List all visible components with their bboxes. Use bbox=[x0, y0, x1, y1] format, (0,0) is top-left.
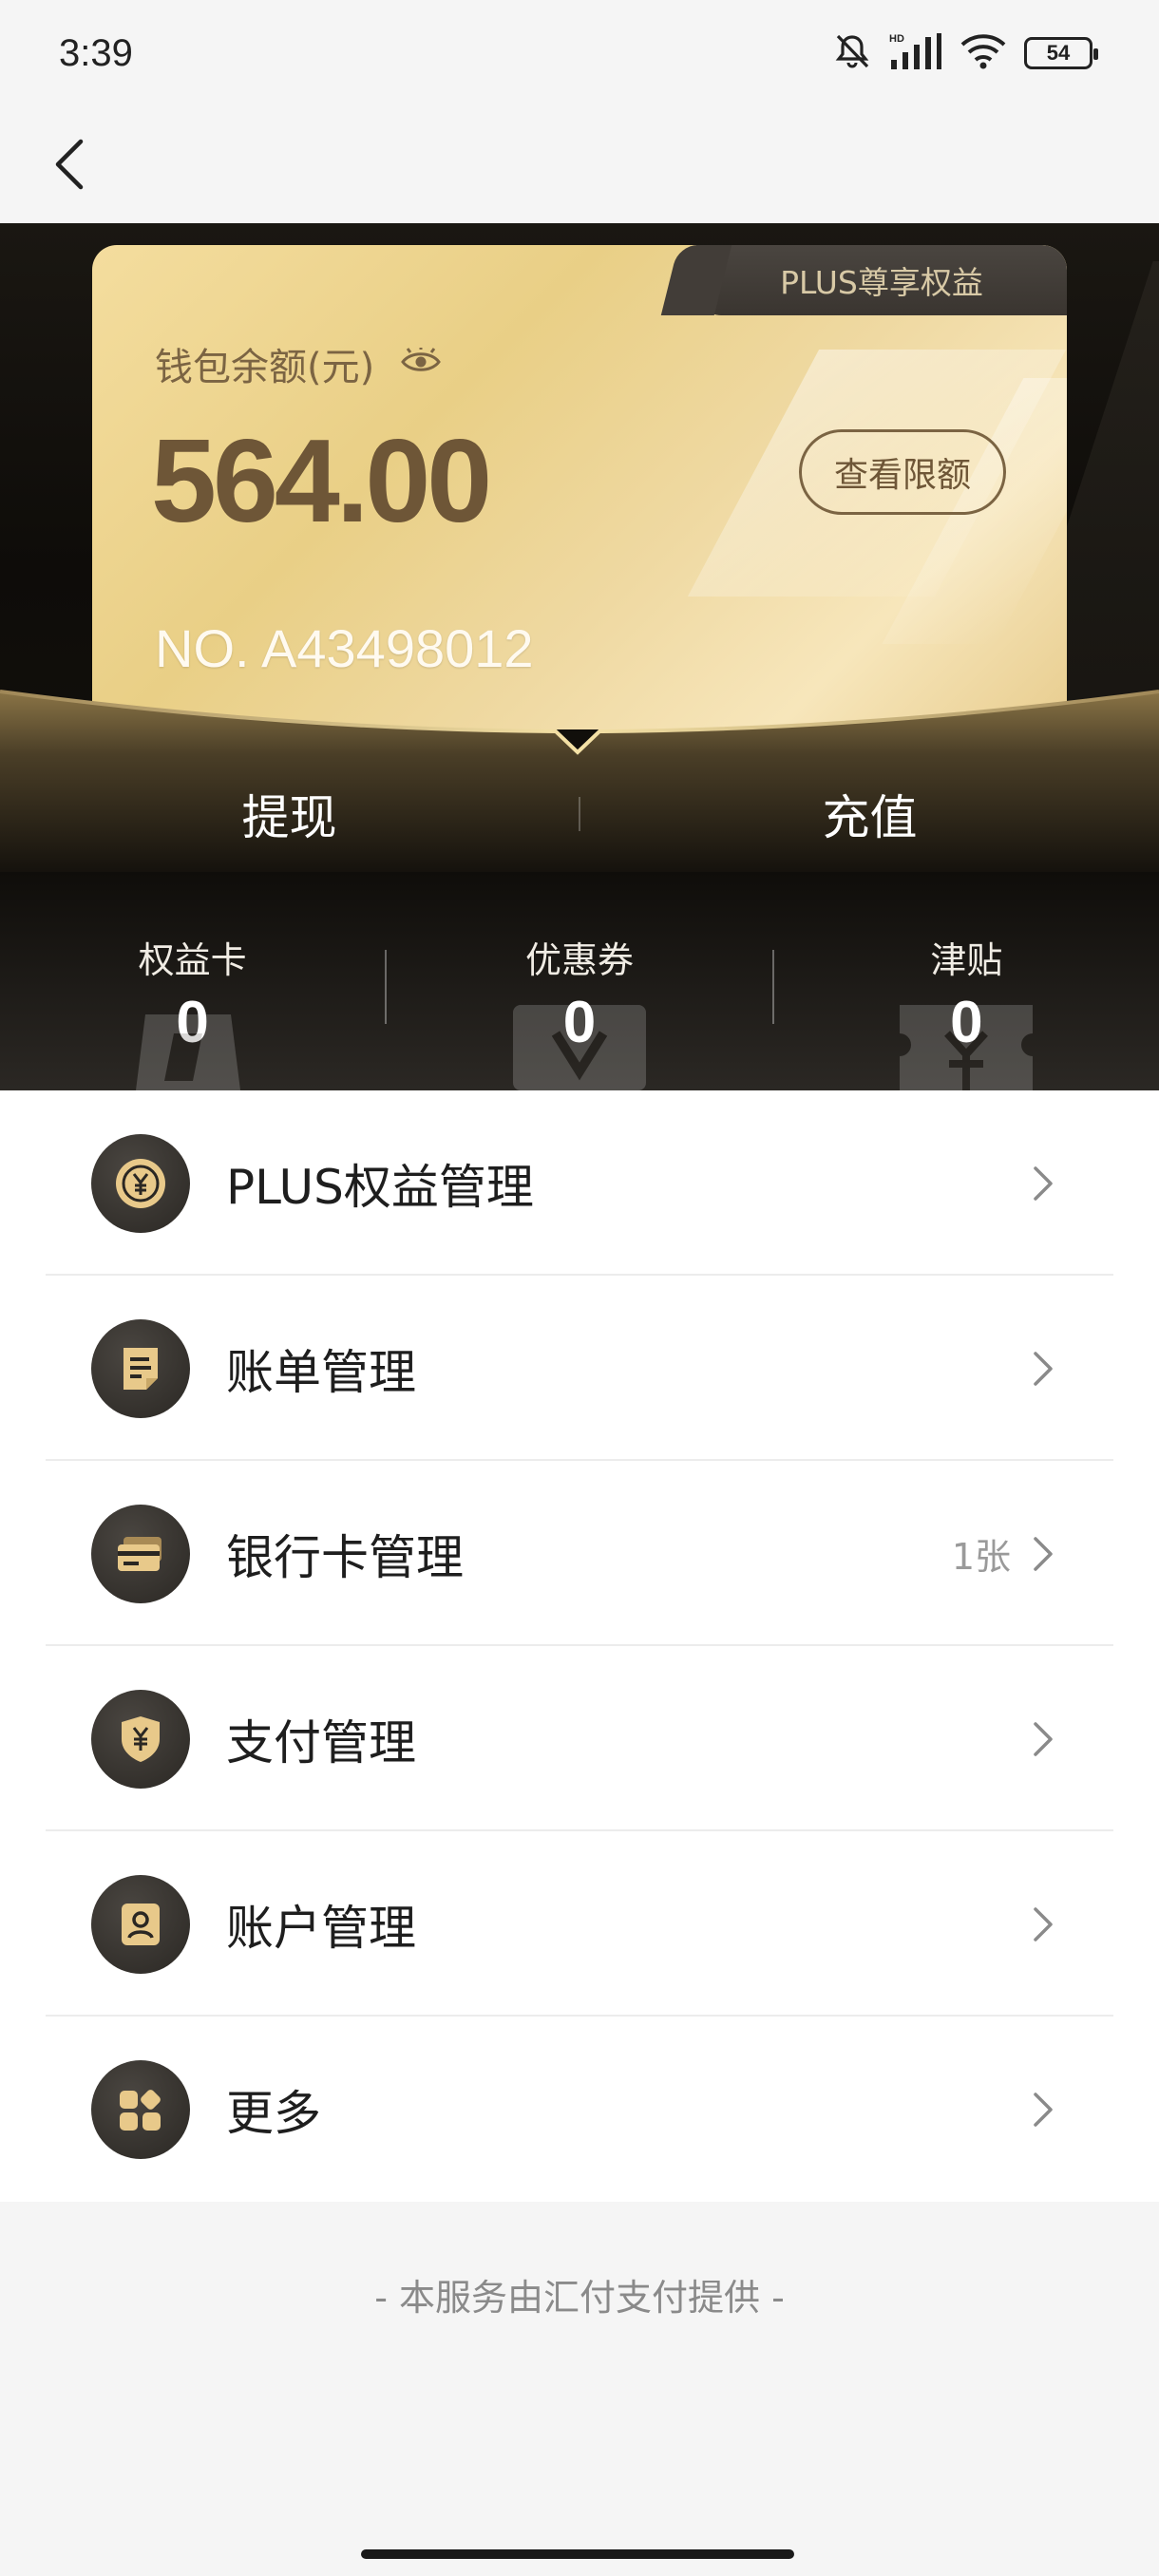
wifi-icon bbox=[960, 32, 1007, 74]
wallet-card: PLUS尊享权益 钱包余额(元) 564.00 查看限额 NO. A434980… bbox=[92, 245, 1067, 729]
menu-item-label: 支付管理 bbox=[226, 1714, 416, 1771]
nav-bar bbox=[0, 114, 1159, 223]
recharge-button[interactable]: 充值 bbox=[580, 757, 1159, 848]
eye-icon[interactable] bbox=[401, 342, 442, 386]
menu-list: PLUS权益管理 账单管理 银行卡管理 1张 支付管理 账户管理 更多 bbox=[0, 1090, 1159, 2202]
more-grid-icon bbox=[91, 2059, 190, 2159]
chevron-right-icon bbox=[1034, 1165, 1053, 1201]
stat-coupon[interactable]: 优惠券 0 bbox=[387, 872, 771, 1090]
account-icon bbox=[91, 1874, 190, 1974]
home-indicator[interactable] bbox=[361, 2549, 794, 2559]
menu-item-label: 更多 bbox=[226, 2085, 321, 2141]
bank-card-count: 1张 bbox=[951, 1536, 1011, 1578]
stat-label: 优惠券 bbox=[524, 939, 634, 981]
menu-item-plus[interactable]: PLUS权益管理 bbox=[0, 1090, 1159, 1276]
plus-coin-icon bbox=[91, 1133, 190, 1233]
wallet-actions: 提现 充值 bbox=[0, 722, 1159, 883]
balance-amount: 564.00 bbox=[151, 416, 492, 547]
payment-shield-icon bbox=[91, 1689, 190, 1789]
status-time: 3:39 bbox=[59, 32, 133, 74]
chevron-right-icon bbox=[1034, 1351, 1053, 1386]
back-button[interactable] bbox=[36, 131, 103, 198]
plus-badge[interactable]: PLUS尊享权益 bbox=[696, 245, 1067, 315]
stats-bar: 权益卡 0 优惠券 0 津贴 0 bbox=[0, 872, 1159, 1090]
bill-icon bbox=[91, 1318, 190, 1418]
menu-item-label: 银行卡管理 bbox=[226, 1529, 464, 1585]
benefit-card-bg-icon bbox=[135, 1014, 240, 1090]
menu-item-bill[interactable]: 账单管理 bbox=[0, 1276, 1159, 1461]
back-arrow-icon bbox=[55, 139, 84, 190]
chevron-right-icon bbox=[1034, 1906, 1053, 1941]
svg-text:HD: HD bbox=[889, 33, 904, 45]
menu-item-right bbox=[1030, 1348, 1058, 1390]
menu-item-right: 1张 bbox=[952, 1527, 1058, 1580]
status-bar: 3:39 HD 54 bbox=[0, 0, 1159, 114]
menu-item-right bbox=[1030, 2089, 1058, 2131]
menu-item-right bbox=[1030, 1163, 1058, 1204]
menu-item-more[interactable]: 更多 bbox=[0, 2017, 1159, 2202]
status-icons: HD 54 bbox=[832, 31, 1098, 75]
menu-item-right bbox=[1030, 1904, 1058, 1945]
menu-item-bank-card[interactable]: 银行卡管理 1张 bbox=[0, 1461, 1159, 1646]
menu-item-label: PLUS权益管理 bbox=[226, 1159, 534, 1215]
balance-label-row: 钱包余额(元) bbox=[155, 336, 442, 391]
menu-item-label: 账单管理 bbox=[226, 1344, 416, 1400]
signal-icon: HD bbox=[889, 31, 942, 75]
stat-allowance[interactable]: 津贴 0 bbox=[774, 872, 1159, 1090]
battery-icon: 54 bbox=[1024, 37, 1098, 69]
menu-item-account[interactable]: 账户管理 bbox=[0, 1831, 1159, 2017]
stat-label: 权益卡 bbox=[138, 939, 247, 981]
view-limit-button[interactable]: 查看限额 bbox=[799, 429, 1006, 515]
mute-icon bbox=[832, 31, 872, 75]
menu-item-label: 账户管理 bbox=[226, 1900, 416, 1956]
chevron-right-icon bbox=[1034, 1536, 1053, 1571]
menu-item-payment[interactable]: 支付管理 bbox=[0, 1646, 1159, 1831]
chevron-right-icon bbox=[1034, 1721, 1053, 1756]
menu-item-right bbox=[1030, 1718, 1058, 1760]
allowance-bg-icon bbox=[900, 1005, 1034, 1090]
stat-label: 津贴 bbox=[930, 939, 1003, 981]
card-number: NO. A43498012 bbox=[155, 618, 534, 678]
coupon-bg-icon bbox=[512, 1005, 646, 1090]
stat-benefit-card[interactable]: 权益卡 0 bbox=[0, 872, 385, 1090]
plus-badge-label: PLUS尊享权益 bbox=[780, 264, 983, 301]
chevron-right-icon bbox=[1034, 2092, 1053, 2127]
bank-card-icon bbox=[91, 1504, 190, 1603]
balance-label: 钱包余额(元) bbox=[155, 346, 375, 389]
withdraw-button[interactable]: 提现 bbox=[0, 757, 579, 848]
service-provider-note: - 本服务由汇付支付提供 - bbox=[374, 2277, 785, 2319]
